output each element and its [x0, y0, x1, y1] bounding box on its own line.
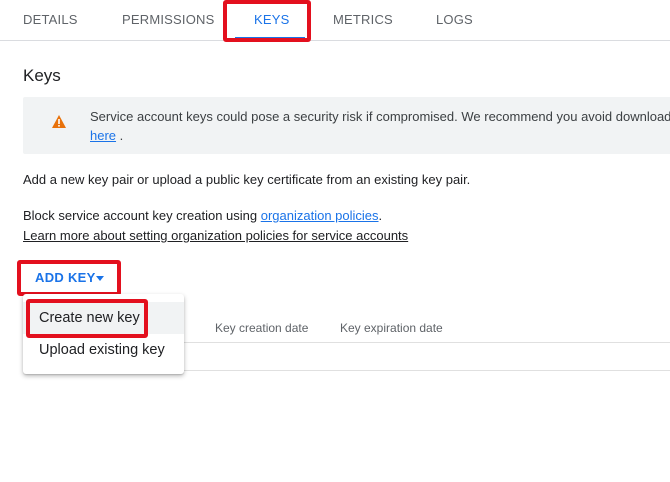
learn-more-link[interactable]: Learn more about setting organization po…	[23, 228, 408, 243]
page-title: Keys	[23, 66, 61, 85]
policy-text: Block service account key creation using…	[23, 208, 382, 223]
menu-item-label: Upload existing key	[39, 342, 165, 358]
warning-here-link[interactable]: here	[90, 128, 116, 143]
warning-suffix: .	[116, 128, 124, 143]
warning-banner: Service account keys could pose a securi…	[23, 97, 670, 154]
tab-logs[interactable]: LOGS	[436, 0, 473, 40]
add-key-button[interactable]: ADD KEY	[35, 270, 96, 285]
tab-bar: DETAILS PERMISSIONS KEYS METRICS LOGS	[0, 0, 670, 41]
active-tab-indicator	[235, 37, 305, 40]
organization-policies-link[interactable]: organization policies	[261, 208, 379, 223]
policy-suffix: .	[378, 208, 383, 223]
warning-text: Service account keys could pose a securi…	[90, 107, 670, 145]
tab-permissions[interactable]: PERMISSIONS	[122, 0, 215, 40]
add-key-description: Add a new key pair or upload a public ke…	[23, 172, 471, 187]
warning-message: Service account keys could pose a securi…	[90, 109, 670, 124]
tab-metrics[interactable]: METRICS	[333, 0, 393, 40]
caret-down-icon[interactable]	[96, 276, 104, 281]
column-key-expiration-date: Key expiration date	[340, 321, 443, 335]
warning-icon	[52, 115, 66, 128]
policy-prefix: Block service account key creation using	[23, 208, 261, 223]
menu-item-upload-existing-key[interactable]: Upload existing key	[23, 334, 184, 366]
menu-item-label: Create new key	[39, 310, 140, 326]
tab-keys[interactable]: KEYS	[254, 0, 289, 40]
tab-details[interactable]: DETAILS	[23, 0, 78, 40]
add-key-menu: Create new key Upload existing key	[23, 294, 184, 374]
menu-item-create-new-key[interactable]: Create new key	[23, 302, 184, 334]
column-key-creation-date: Key creation date	[215, 321, 309, 335]
